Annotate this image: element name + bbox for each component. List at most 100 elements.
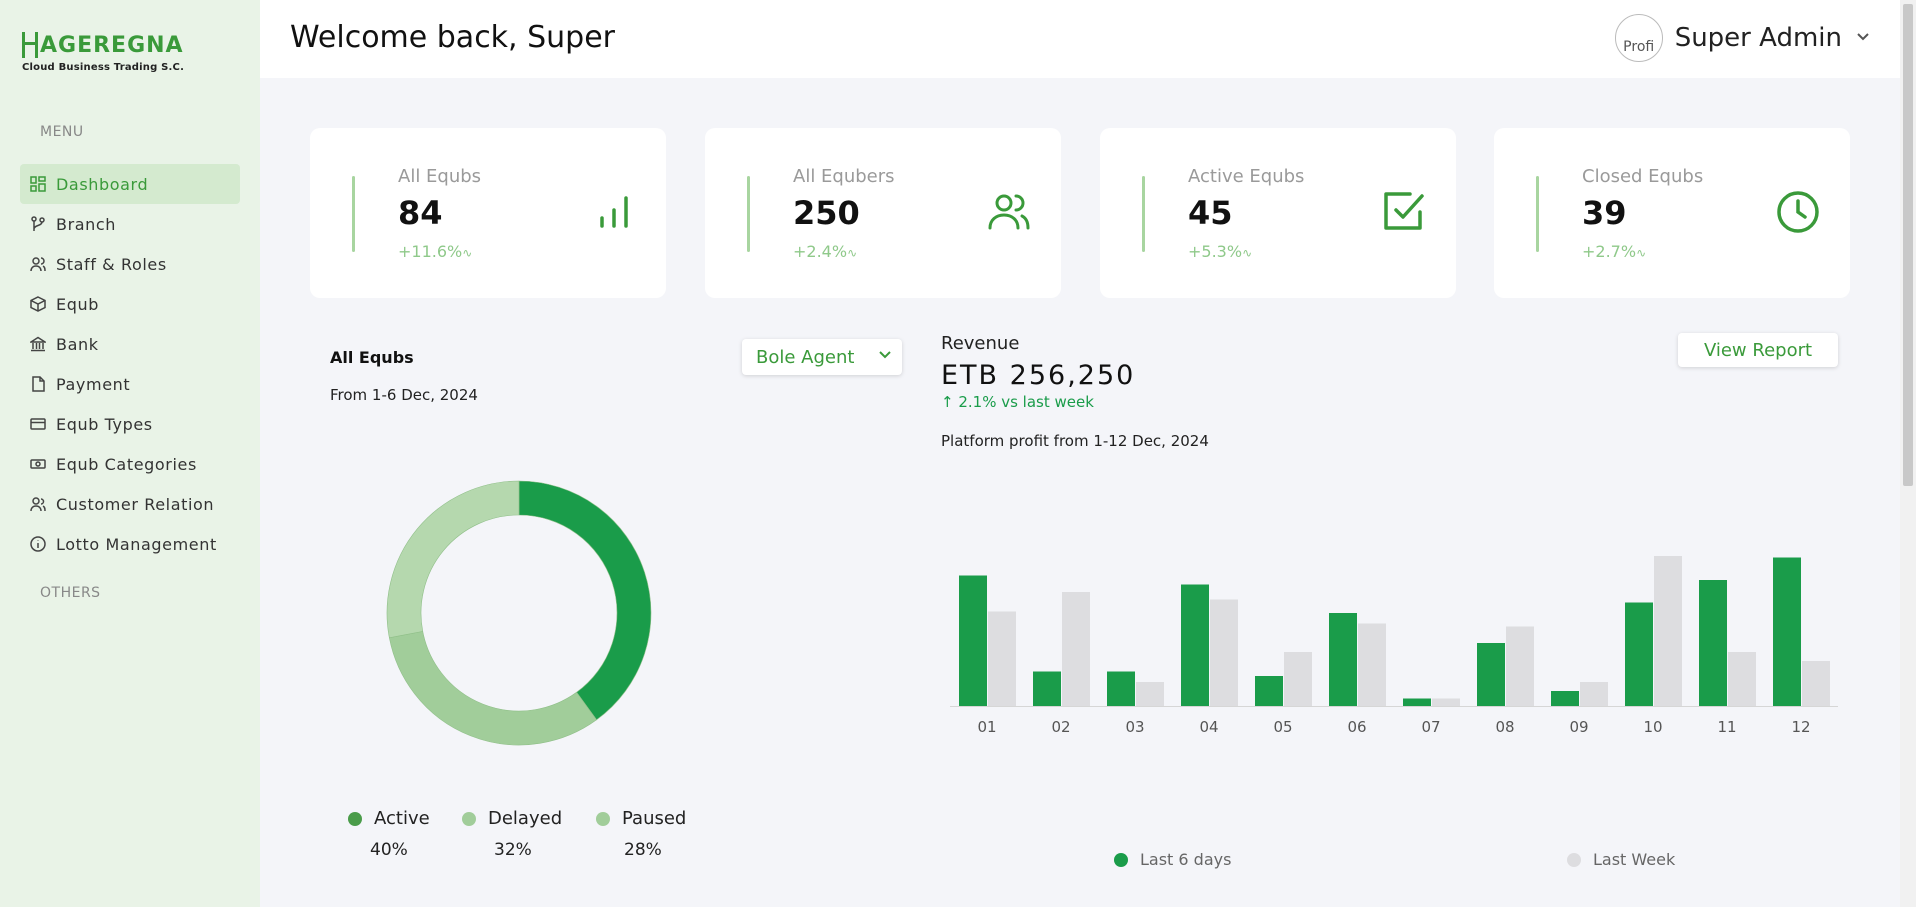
sidebar-item-label: Customer Relation (56, 494, 215, 514)
x-tick-label: 04 (1199, 718, 1218, 736)
bar-last-week-01 (988, 611, 1016, 706)
bar-last-6-days-08 (1477, 643, 1505, 706)
info-icon (30, 536, 46, 552)
cash-icon (30, 456, 46, 472)
legend-percent: 40% (370, 840, 408, 860)
revenue-bar-chart: 01 02 03 04 05 06 07 08 09 10 11 12 (950, 556, 1838, 736)
sidebar-item-label: Lotto Management (56, 534, 217, 554)
sidebar-item-branch[interactable]: Branch (20, 204, 240, 244)
stat-card-active-equbs[interactable]: Active Equbs 45 +5.3%∿ (1100, 128, 1456, 298)
sidebar-item-label: Staff & Roles (56, 254, 167, 274)
x-tick-label: 03 (1125, 718, 1144, 736)
document-icon (30, 376, 46, 392)
bar-last-6-days-11 (1699, 580, 1727, 706)
x-tick-label: 08 (1495, 718, 1514, 736)
bar-last-week-04 (1210, 599, 1238, 706)
agent-select[interactable]: Bole Agent (742, 339, 902, 375)
stat-card-all-equbers[interactable]: All Equbers 250 +2.4%∿ (705, 128, 1061, 298)
legend-item-active: Active (348, 808, 430, 829)
trend-icon: ∿ (1242, 246, 1253, 260)
sidebar-item-label: Equb (56, 294, 99, 314)
stat-change: +5.3%∿ (1188, 242, 1253, 261)
stat-value: 39 (1582, 194, 1627, 232)
stat-card-all-equbs[interactable]: All Equbs 84 +11.6%∿ (310, 128, 666, 298)
clock-icon (1776, 190, 1820, 234)
bar-last-week-05 (1284, 652, 1312, 706)
stat-card-closed-equbs[interactable]: Closed Equbs 39 +2.7%∿ (1494, 128, 1850, 298)
checkbox-icon (1382, 190, 1426, 234)
revenue-value: ETB 256,250 (941, 360, 1136, 391)
bar-last-week-09 (1580, 682, 1608, 706)
brand-name: AGEREGNA (40, 32, 184, 58)
avatar[interactable]: Profi (1614, 14, 1663, 62)
legend-label: Last 6 days (1140, 850, 1232, 869)
donut-slice-paused (386, 480, 520, 639)
sidebar-item-lotto-management[interactable]: Lotto Management (20, 524, 240, 564)
legend-item-paused: Paused (596, 808, 686, 829)
brand-logo[interactable]: AGEREGNA Cloud Business Trading S.C. (22, 32, 184, 73)
legend-label: Delayed (488, 808, 563, 829)
bar-last-week-06 (1358, 623, 1386, 706)
bar-last-week-12 (1802, 661, 1830, 706)
sidebar-item-customer-relation[interactable]: Customer Relation (20, 484, 240, 524)
stat-change: +11.6%∿ (398, 242, 473, 261)
trend-icon: ∿ (1636, 246, 1647, 260)
x-tick-label: 07 (1421, 718, 1440, 736)
sidebar-item-equb-types[interactable]: Equb Types (20, 404, 240, 444)
agent-select-value: Bole Agent (756, 346, 855, 368)
revenue-change: ↑ 2.1% vs last week (941, 393, 1094, 411)
sidebar-item-dashboard[interactable]: Dashboard (20, 164, 240, 204)
legend-dot (596, 811, 610, 826)
x-tick-label: 01 (977, 718, 996, 736)
chevron-down-icon (878, 349, 892, 364)
card-accent-bar (747, 176, 750, 252)
bar-last-week-02 (1062, 592, 1090, 706)
trend-icon: ∿ (462, 246, 473, 260)
card-accent-bar (352, 176, 355, 252)
legend-dot (1567, 852, 1581, 867)
x-tick-label: 12 (1791, 718, 1810, 736)
bar-last-6-days-12 (1773, 557, 1801, 706)
user-menu[interactable]: Profi Super Admin (1614, 14, 1870, 62)
sidebar-item-equb-categories[interactable]: Equb Categories (20, 444, 240, 484)
bar-last-6-days-10 (1625, 602, 1653, 706)
sidebar-item-equb[interactable]: Equb (20, 284, 240, 324)
sidebar-item-payment[interactable]: Payment (20, 364, 240, 404)
stat-title: All Equbers (793, 166, 895, 187)
bar-last-week-03 (1136, 682, 1164, 706)
view-report-button[interactable]: View Report (1678, 333, 1838, 367)
bar-last-week-07 (1432, 698, 1460, 706)
bar-last-6-days-06 (1329, 613, 1357, 706)
bar-last-6-days-04 (1181, 584, 1209, 706)
others-heading: OTHERS (40, 585, 101, 601)
donut-slice-delayed (388, 631, 598, 746)
legend-label: Active (374, 808, 430, 829)
bar-last-week-10 (1654, 556, 1682, 706)
sidebar: AGEREGNA Cloud Business Trading S.C. MEN… (0, 0, 260, 907)
user-icon (30, 496, 46, 512)
chevron-down-icon[interactable] (1856, 30, 1870, 46)
top-header: Welcome back, Super Profi Super Admin (260, 0, 1900, 78)
bar-last-6-days-09 (1551, 691, 1579, 706)
sidebar-item-staff-roles[interactable]: Staff & Roles (20, 244, 240, 284)
legend-dot (348, 811, 362, 826)
legend-dot (462, 811, 476, 826)
x-tick-label: 11 (1717, 718, 1736, 736)
page-scrollbar[interactable] (1900, 0, 1916, 907)
bar-last-6-days-05 (1255, 676, 1283, 706)
bank-icon (30, 336, 46, 352)
logo-mark-icon (22, 32, 38, 58)
scrollbar-thumb[interactable] (1903, 4, 1913, 486)
card-icon (30, 416, 46, 432)
sidebar-item-label: Equb Categories (56, 454, 197, 474)
bar-last-week-11 (1728, 652, 1756, 706)
bar-legend-last-6-days: Last 6 days (1114, 850, 1231, 869)
bar-legend-last-week: Last Week (1567, 850, 1675, 869)
sidebar-item-bank[interactable]: Bank (20, 324, 240, 364)
card-accent-bar (1142, 176, 1145, 252)
welcome-heading: Welcome back, Super (290, 20, 616, 55)
stat-value: 250 (793, 194, 860, 232)
bar-last-week-08 (1506, 626, 1534, 706)
stat-title: All Equbs (398, 166, 482, 187)
card-accent-bar (1536, 176, 1539, 252)
